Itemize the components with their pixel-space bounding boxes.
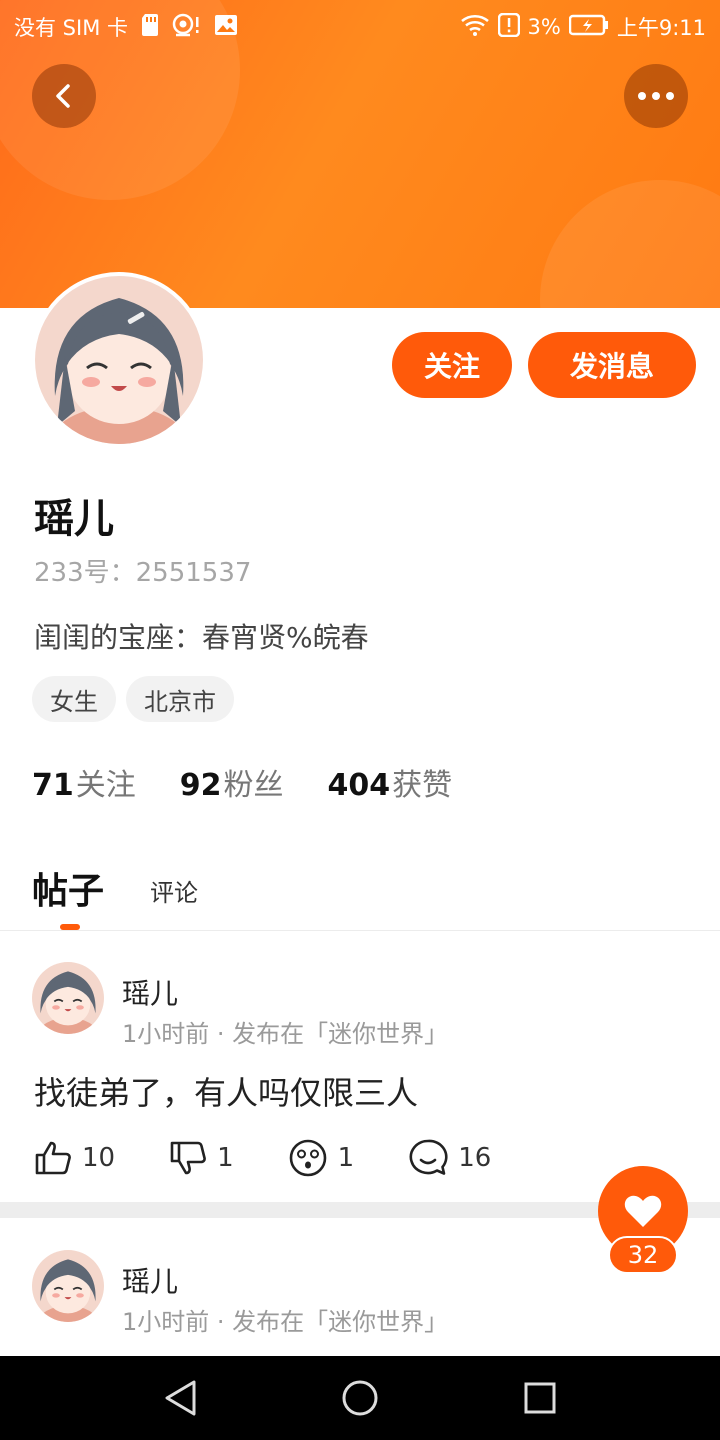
- post-author-avatar[interactable]: [32, 1250, 104, 1322]
- tab-posts-label: 帖子: [32, 871, 105, 912]
- send-message-button[interactable]: 发消息: [528, 332, 696, 398]
- comment-count: 16: [458, 1143, 492, 1173]
- profile-stats: 71关注 92粉丝 404获赞: [32, 760, 452, 804]
- anime-girl-avatar-image: [32, 962, 104, 1034]
- stat-fans[interactable]: 92粉丝: [180, 760, 284, 804]
- profile-avatar[interactable]: [35, 276, 203, 444]
- nav-home-button[interactable]: [338, 1376, 382, 1420]
- surprised-face-icon: [289, 1139, 326, 1177]
- stat-following[interactable]: 71关注: [32, 760, 136, 804]
- triangle-back-icon: [165, 1380, 196, 1416]
- back-button[interactable]: [32, 64, 96, 128]
- tab-posts[interactable]: 帖子: [32, 862, 105, 930]
- stat-following-label: 关注: [75, 768, 136, 803]
- notification-icon: [172, 13, 202, 42]
- banner-decoration: [540, 180, 720, 308]
- wifi-icon: [460, 13, 490, 42]
- like-button[interactable]: 10: [34, 1140, 115, 1176]
- content-tabs: 帖子 评论: [32, 862, 198, 930]
- dislike-button[interactable]: 1: [169, 1140, 234, 1176]
- battery-percent: 3%: [527, 15, 561, 39]
- post-text: 找徒弟了，有人吗仅限三人: [34, 1074, 419, 1112]
- stat-likes-label: 获赞: [392, 768, 453, 803]
- stat-likes[interactable]: 404获赞: [328, 760, 453, 804]
- tab-comments[interactable]: 评论: [150, 873, 198, 914]
- more-horizontal-icon: [638, 92, 674, 100]
- post-meta: 1小时前 · 发布在「迷你世界」: [122, 1020, 449, 1048]
- more-options-button[interactable]: [624, 64, 688, 128]
- profile-tags: 女生 北京市: [32, 676, 234, 722]
- profile-bio: 闺闺的宝座：春宵贤%皖春: [34, 621, 369, 654]
- image-icon: [214, 14, 238, 41]
- tag-gender: 女生: [32, 676, 116, 722]
- profile-banner: 没有 SIM 卡 3% 上午9:11: [0, 0, 720, 308]
- alert-icon: [497, 12, 520, 42]
- thumbs-up-icon: [35, 1141, 71, 1175]
- comment-bubble-icon: [409, 1139, 448, 1175]
- carrier-text: 没有 SIM 卡: [14, 16, 128, 40]
- chevron-left-icon: [56, 84, 70, 108]
- status-bar: 没有 SIM 卡 3% 上午9:11: [0, 0, 720, 50]
- post-author-name[interactable]: 瑶儿: [122, 1260, 178, 1300]
- thumbs-down-icon: [170, 1141, 206, 1175]
- nav-back-button[interactable]: [158, 1376, 202, 1420]
- sd-card-icon: [140, 13, 160, 42]
- clock-time: 上午9:11: [616, 16, 706, 40]
- heart-icon: [624, 1195, 662, 1227]
- post-author-avatar[interactable]: [32, 962, 104, 1034]
- profile-username: 瑶儿: [34, 496, 114, 542]
- anime-girl-avatar-image: [32, 1250, 104, 1322]
- stat-following-count: 71: [32, 768, 74, 803]
- post-meta: 1小时前 · 发布在「迷你世界」: [122, 1308, 449, 1336]
- follow-button[interactable]: 关注: [392, 332, 512, 398]
- circle-home-icon: [342, 1380, 378, 1416]
- comment-button[interactable]: 16: [408, 1138, 491, 1178]
- nav-recents-button[interactable]: [518, 1376, 562, 1420]
- system-navigation-bar: [0, 1356, 720, 1440]
- post-card[interactable]: 瑶儿 1小时前 · 发布在「迷你世界」 找徒弟了，有人吗仅限三人 10 1 1 …: [0, 930, 720, 1202]
- stat-fans-label: 粉丝: [223, 768, 284, 803]
- post-author-name[interactable]: 瑶儿: [122, 972, 178, 1012]
- tag-location: 北京市: [126, 676, 234, 722]
- surprised-count: 1: [337, 1143, 355, 1173]
- battery-charging-icon: [568, 14, 609, 41]
- stat-fans-count: 92: [179, 768, 222, 803]
- stat-likes-count: 404: [327, 768, 391, 803]
- profile-uid: 233号：2551537: [34, 558, 252, 588]
- anime-girl-avatar-image: [35, 276, 203, 444]
- post-actions: 10 1 1 16: [34, 1138, 545, 1178]
- dislike-count: 1: [217, 1143, 234, 1173]
- surprised-reaction-button[interactable]: 1: [288, 1138, 355, 1178]
- like-count: 10: [82, 1143, 116, 1173]
- square-recents-icon: [524, 1382, 556, 1414]
- profile-like-count: 32: [608, 1236, 678, 1274]
